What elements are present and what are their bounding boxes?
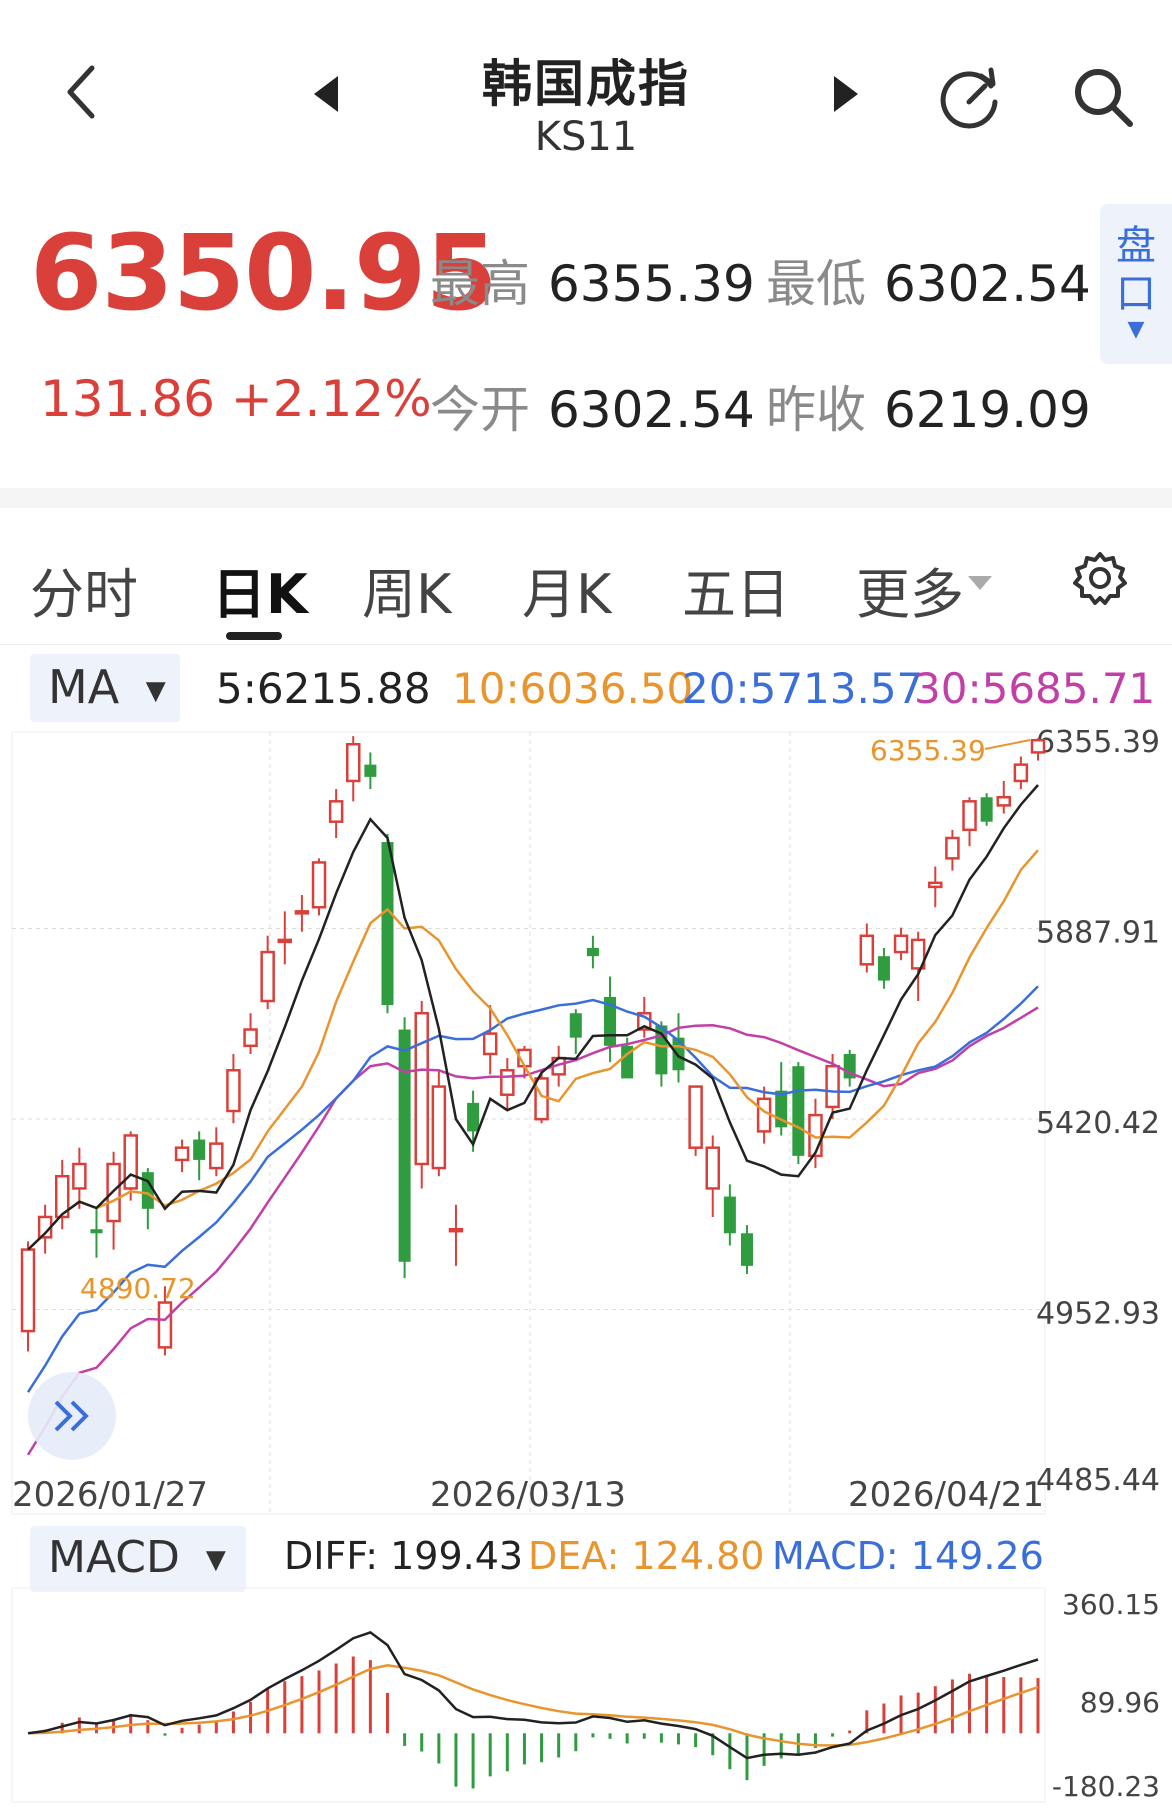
candle-body bbox=[90, 1229, 103, 1234]
x-tick-label: 2026/03/13 bbox=[430, 1475, 626, 1515]
min-price-annotation: 4890.72 bbox=[80, 1272, 196, 1305]
candle-body bbox=[688, 1085, 703, 1149]
candle-body bbox=[859, 934, 875, 966]
candle-body bbox=[72, 1162, 87, 1190]
candle-body bbox=[209, 1142, 224, 1170]
candle-body bbox=[311, 861, 327, 909]
candle-body bbox=[20, 1248, 36, 1333]
kline-chart[interactable]: 6355.39 5887.91 5420.42 4952.93 4485.44 6355.… bbox=[0, 0, 1172, 1820]
candle-body bbox=[414, 1011, 429, 1166]
candle-body bbox=[586, 948, 599, 957]
macd-y-tick-label: -180.23 bbox=[1052, 1770, 1160, 1803]
y-tick-label: 5420.42 bbox=[1036, 1106, 1160, 1141]
candle-body bbox=[467, 1102, 480, 1132]
candle-body bbox=[448, 1227, 464, 1233]
candle-body bbox=[1030, 738, 1046, 754]
candle-body bbox=[723, 1196, 736, 1234]
candle-body bbox=[672, 1037, 685, 1071]
ma5-line bbox=[27, 784, 1039, 1251]
diff-line bbox=[27, 1631, 1039, 1760]
macd-y-tick-label: 360.15 bbox=[1062, 1588, 1160, 1621]
x-tick-label: 2026/01/27 bbox=[12, 1475, 208, 1515]
candle-body bbox=[825, 1064, 840, 1109]
x-tick-label: 2026/04/21 bbox=[848, 1475, 1044, 1515]
candle-body bbox=[226, 1069, 241, 1113]
max-annotation-leader bbox=[984, 739, 1031, 750]
candle-body bbox=[500, 1069, 515, 1096]
ma30-line bbox=[26, 1006, 1039, 1456]
candle-body bbox=[346, 743, 361, 783]
y-tick-label: 5887.91 bbox=[1036, 915, 1160, 950]
candle-body bbox=[381, 842, 394, 1006]
candle-body bbox=[277, 938, 293, 944]
candle-body bbox=[364, 764, 377, 777]
candle-body bbox=[243, 1028, 258, 1048]
candle-body bbox=[756, 1097, 772, 1133]
y-tick-label: 6355.39 bbox=[1036, 725, 1160, 760]
candle-body bbox=[705, 1146, 720, 1190]
candle-body bbox=[193, 1139, 206, 1160]
candle-body bbox=[328, 800, 344, 823]
plot-frame bbox=[11, 731, 1046, 1515]
ma20-line bbox=[26, 985, 1039, 1393]
candle-body bbox=[482, 1032, 498, 1056]
dea-line bbox=[27, 1664, 1039, 1747]
candle-body bbox=[260, 950, 275, 1003]
candle-body bbox=[141, 1172, 154, 1209]
candle-body bbox=[174, 1146, 190, 1162]
candle-body bbox=[431, 1085, 447, 1170]
candle-body bbox=[123, 1134, 138, 1190]
candle-body bbox=[569, 1013, 582, 1038]
candle-body bbox=[534, 1077, 549, 1121]
y-tick-label: 4485.44 bbox=[1036, 1463, 1160, 1498]
ma10-line bbox=[27, 849, 1039, 1251]
candle-body bbox=[945, 836, 960, 860]
macd-y-tick-label: 89.96 bbox=[1080, 1686, 1160, 1719]
candle-body bbox=[294, 910, 310, 915]
candle-body bbox=[980, 797, 993, 822]
candle-body bbox=[928, 881, 943, 889]
max-price-annotation: 6355.39 bbox=[870, 734, 986, 767]
candle-body bbox=[962, 800, 977, 832]
candle-body bbox=[1013, 763, 1029, 783]
candle-body bbox=[877, 956, 890, 981]
candle-body bbox=[792, 1066, 805, 1156]
candle-body bbox=[996, 795, 1012, 807]
candle-body bbox=[157, 1301, 173, 1349]
candle-body bbox=[740, 1233, 753, 1266]
candle-body bbox=[893, 934, 909, 954]
candle-body bbox=[398, 1029, 411, 1262]
macd-frame bbox=[11, 1587, 1046, 1803]
y-tick-label: 4952.93 bbox=[1036, 1296, 1160, 1331]
